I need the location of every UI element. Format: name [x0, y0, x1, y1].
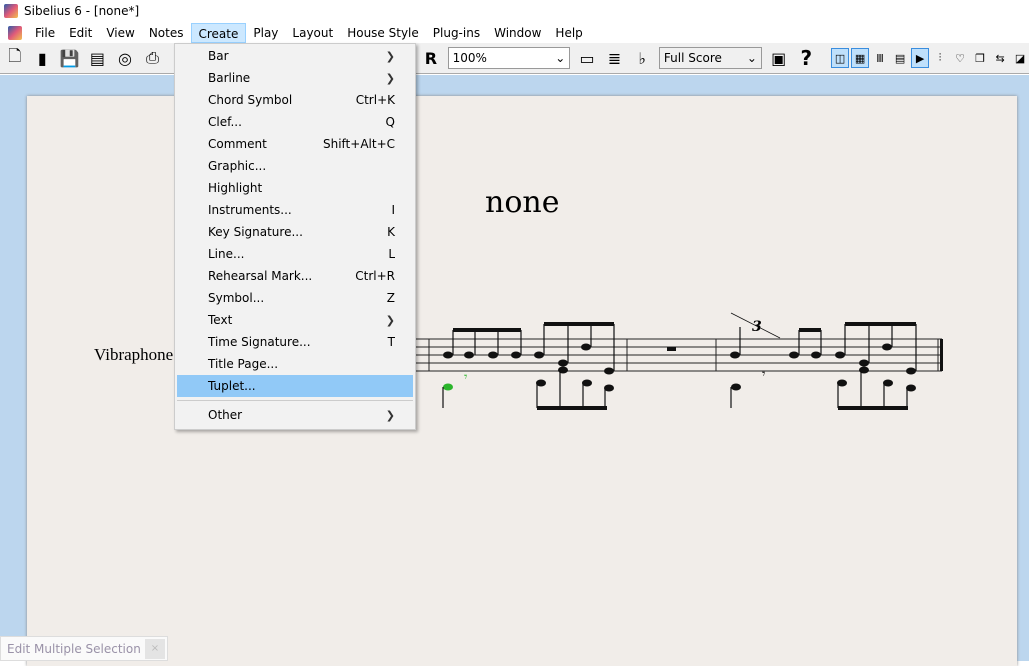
menu-item-barline[interactable]: Barline ❯	[175, 67, 415, 89]
music-staff[interactable]: 3 𝄾 𝄾	[0, 0, 1029, 661]
final-barline	[940, 339, 943, 371]
menu-item-line[interactable]: Line... L	[175, 243, 415, 265]
menu-item-label: Chord Symbol	[208, 93, 293, 107]
chevron-right-icon: ❯	[385, 408, 395, 422]
chevron-right-icon: ❯	[385, 71, 395, 85]
menu-item-shortcut: Shift+Alt+C	[322, 137, 395, 151]
menu-item-shortcut: L	[388, 247, 395, 261]
menu-item-symbol[interactable]: Symbol... Z	[175, 287, 415, 309]
close-button[interactable]: ×	[145, 639, 165, 659]
menu-item-shortcut: Z	[386, 291, 395, 305]
window-title: Edit Multiple Selection	[7, 641, 141, 656]
menu-item-label: Line...	[208, 247, 245, 261]
bar-rest	[667, 347, 676, 351]
chevron-right-icon: ❯	[385, 49, 395, 63]
menu-item-chord-symbol[interactable]: Chord Symbol Ctrl+K	[175, 89, 415, 111]
menu-item-label: Rehearsal Mark...	[208, 269, 313, 283]
menu-item-bar[interactable]: Bar ❯	[175, 45, 415, 67]
menu-item-label: Clef...	[208, 115, 242, 129]
menu-item-shortcut: Ctrl+R	[355, 269, 395, 283]
menu-item-label: Highlight	[208, 181, 263, 195]
menu-item-key-signature[interactable]: Key Signature... K	[175, 221, 415, 243]
menu-separator	[177, 400, 413, 401]
chevron-right-icon: ❯	[385, 313, 395, 327]
menu-item-rehearsal-mark[interactable]: Rehearsal Mark... Ctrl+R	[175, 265, 415, 287]
menu-item-other[interactable]: Other ❯	[175, 404, 415, 426]
menu-item-tuplet[interactable]: Tuplet...	[177, 375, 413, 397]
menu-item-clef[interactable]: Clef... Q	[175, 111, 415, 133]
menu-item-shortcut: K	[387, 225, 395, 239]
menu-item-label: Graphic...	[208, 159, 267, 173]
menu-item-label: Title Page...	[208, 357, 279, 371]
menu-item-label: Comment	[208, 137, 267, 151]
menu-item-label: Symbol...	[208, 291, 265, 305]
stems-and-beams	[442, 312, 917, 410]
menu-item-label: Other	[208, 408, 243, 422]
menu-item-label: Instruments...	[208, 203, 292, 217]
menu-item-label: Time Signature...	[208, 335, 311, 349]
menu-item-label: Key Signature...	[208, 225, 303, 239]
menu-item-instruments[interactable]: Instruments... I	[175, 199, 415, 221]
menu-item-shortcut: I	[391, 203, 395, 217]
menu-item-shortcut: Ctrl+K	[355, 93, 395, 107]
eighth-rest: 𝄾	[464, 370, 468, 385]
menu-item-shortcut: T	[387, 335, 395, 349]
menu-item-label: Barline	[208, 71, 251, 85]
menu-item-comment[interactable]: Comment Shift+Alt+C	[175, 133, 415, 155]
menu-item-highlight[interactable]: Highlight	[175, 177, 415, 199]
menu-item-label: Tuplet...	[208, 379, 256, 393]
create-menu: Bar ❯ Barline ❯ Chord Symbol Ctrl+K Clef... Q Co…	[174, 43, 416, 430]
menu-item-time-signature[interactable]: Time Signature... T	[175, 331, 415, 353]
menu-item-text[interactable]: Text ❯	[175, 309, 415, 331]
menu-item-title-page[interactable]: Title Page...	[175, 353, 415, 375]
selected-note	[443, 383, 453, 391]
menu-item-shortcut: Q	[385, 115, 395, 129]
beams	[453, 322, 916, 410]
eighth-rest: 𝄾	[762, 367, 766, 382]
menu-item-label: Bar	[208, 49, 229, 63]
menu-item-graphic[interactable]: Graphic...	[175, 155, 415, 177]
tuplet-number: 3	[752, 319, 762, 335]
edit-multiple-selection-window[interactable]: Edit Multiple Selection ×	[0, 636, 168, 661]
menu-item-label: Text	[208, 313, 233, 327]
